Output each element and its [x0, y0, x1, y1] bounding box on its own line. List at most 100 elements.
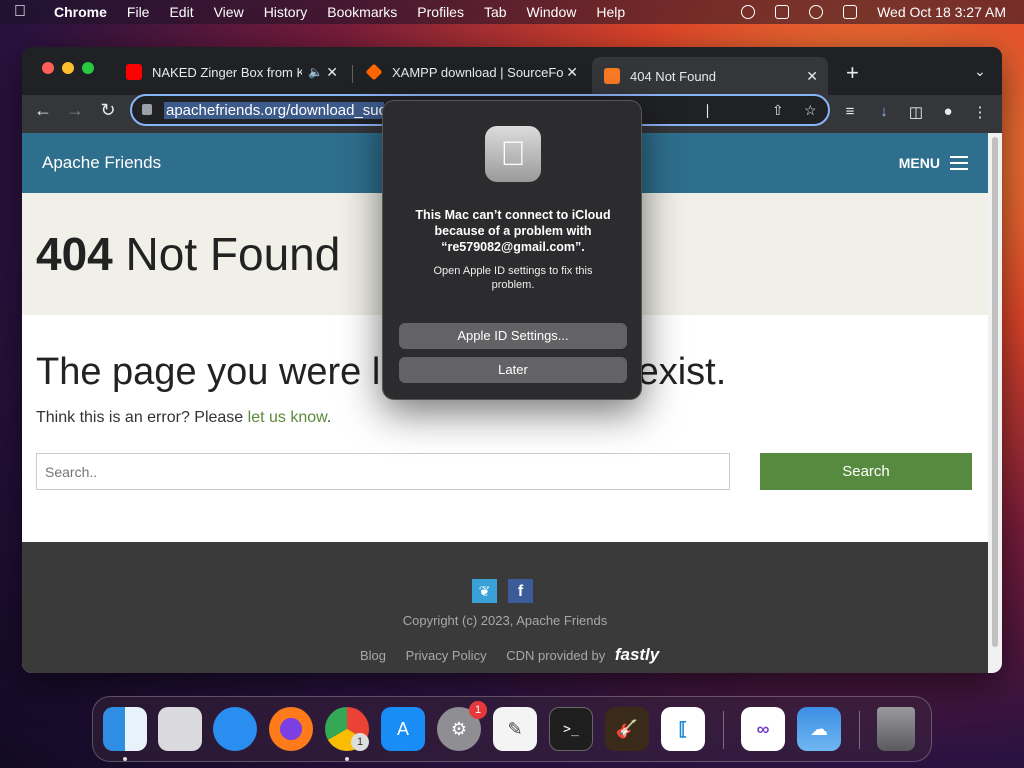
error-help-text: Think this is an error? Please let us kn… — [36, 409, 331, 427]
dock-separator — [859, 711, 860, 749]
vscode-icon[interactable]: ⟦ — [661, 707, 705, 751]
menu-bar-status: Wed Oct 18 3:27 AM — [741, 0, 1006, 24]
close-tab-icon[interactable]: ✕ — [566, 64, 578, 81]
tab-sourceforge[interactable]: XAMPP download | SourceForge ✕ — [354, 57, 588, 87]
menu-edit[interactable]: Edit — [169, 4, 193, 20]
garageband-icon[interactable]: 🎸 — [605, 707, 649, 751]
firefox-icon[interactable] — [269, 707, 313, 751]
reading-list-icon[interactable]: ≡ — [840, 103, 860, 120]
site-footer: ❦ f Copyright (c) 2023, Apache Friends B… — [22, 542, 988, 673]
site-search-button[interactable]: Search — [760, 453, 972, 490]
new-tab-icon[interactable]: + — [846, 60, 859, 86]
let-us-know-link[interactable]: let us know — [248, 409, 327, 426]
forward-arrow-icon[interactable]: → — [64, 100, 86, 121]
fastly-logo[interactable]: fastly — [615, 645, 659, 664]
tab-title: XAMPP download | SourceForge — [392, 64, 564, 80]
site-search-input[interactable] — [36, 453, 730, 490]
footer-link-privacy[interactable]: Privacy Policy — [406, 648, 487, 663]
trash-icon[interactable] — [877, 707, 915, 751]
dock: 1 A ⚙ 1 ✎ >_ 🎸 ⟦ ∞ ☁ — [92, 696, 932, 762]
close-tab-icon[interactable]: ✕ — [806, 68, 818, 85]
url-text[interactable]: apachefriends.org/download_suc — [164, 102, 384, 119]
running-indicator — [123, 757, 127, 761]
site-brand[interactable]: Apache Friends — [42, 153, 161, 173]
spotlight-search-icon[interactable] — [809, 5, 824, 19]
back-arrow-icon[interactable]: ← — [32, 100, 54, 121]
dialog-title: This Mac can’t connect to iCloud because… — [415, 208, 611, 254]
close-window-button[interactable] — [42, 62, 54, 74]
error-lead-right: exist. — [637, 351, 727, 393]
menu-history[interactable]: History — [264, 4, 308, 20]
close-tab-icon[interactable]: ✕ — [326, 64, 338, 81]
media-play-icon[interactable] — [741, 5, 756, 19]
sourceforge-icon — [365, 63, 383, 81]
menu-bookmarks[interactable]: Bookmarks — [327, 4, 397, 20]
textedit-icon[interactable]: ✎ — [493, 707, 537, 751]
tab-youtube[interactable]: NAKED Zinger Box from KFC 🔈 ✕ — [114, 57, 348, 87]
tab-separator — [352, 65, 353, 83]
footer-link-blog[interactable]: Blog — [360, 648, 386, 663]
menu-bar-clock[interactable]: Wed Oct 18 3:27 AM — [877, 4, 1006, 20]
icloud-alert-dialog:  This Mac can’t connect to iCloud becau… — [382, 100, 642, 400]
side-panel-icon[interactable]: ◫ — [906, 103, 926, 121]
apple-menu-icon[interactable]:  — [14, 3, 40, 21]
menu-view[interactable]: View — [214, 4, 244, 20]
error-help-prefix: Think this is an error? Please — [36, 409, 248, 426]
running-indicator — [345, 757, 349, 761]
chrome-menu-icon[interactable]: ⋮ — [970, 103, 990, 121]
menu-profiles[interactable]: Profiles — [417, 4, 464, 20]
screen-mirroring-icon[interactable] — [775, 5, 790, 19]
weather-icon[interactable]: ☁ — [797, 707, 841, 751]
menu-app-name[interactable]: Chrome — [54, 4, 107, 20]
youtube-icon — [126, 64, 142, 80]
tab-title: NAKED Zinger Box from KFC — [152, 64, 302, 80]
apple-id-settings-button[interactable]: Apple ID Settings... — [399, 323, 627, 349]
reload-icon[interactable]: ↻ — [97, 100, 119, 121]
apple-logo-icon:  — [485, 126, 541, 182]
hamburger-menu-icon[interactable] — [950, 156, 968, 170]
launchpad-icon[interactable] — [158, 707, 202, 751]
page-scrollbar[interactable] — [988, 133, 1002, 673]
footer-links: Blog Privacy Policy CDN provided by fast… — [360, 645, 675, 665]
minimize-window-button[interactable] — [62, 62, 74, 74]
menu-help[interactable]: Help — [596, 4, 625, 20]
xampp-icon — [604, 68, 620, 84]
control-center-icon[interactable] — [843, 5, 858, 19]
menu-tab[interactable]: Tab — [484, 4, 507, 20]
menu-file[interactable]: File — [127, 4, 150, 20]
profile-avatar-icon[interactable]: ● — [938, 103, 958, 120]
safari-icon[interactable] — [213, 707, 257, 751]
finder-icon[interactable] — [103, 707, 147, 751]
facebook-icon[interactable]: f — [508, 579, 533, 603]
zoom-window-button[interactable] — [82, 62, 94, 74]
error-help-suffix: . — [326, 409, 332, 426]
site-menu-label[interactable]: MENU — [899, 155, 940, 171]
lock-icon[interactable] — [142, 104, 152, 115]
tab-404-not-found[interactable]: 404 Not Found ✕ — [592, 57, 828, 95]
tab-strip: NAKED Zinger Box from KFC 🔈 ✕ XAMPP down… — [22, 47, 1002, 95]
download-icon[interactable]: ↓ — [874, 103, 894, 120]
text-cursor-icon: ∣ — [704, 102, 711, 118]
menu-bar:  Chrome File Edit View History Bookmark… — [0, 0, 1024, 24]
error-heading-text: Not Found — [112, 228, 341, 280]
share-icon[interactable]: ⇧ — [772, 102, 784, 119]
copyright-text: Copyright (c) 2023, Apache Friends — [402, 613, 608, 628]
terminal-icon[interactable]: >_ — [549, 707, 593, 751]
dock-separator — [723, 711, 724, 749]
bookmark-star-icon[interactable]: ☆ — [804, 102, 817, 119]
footer-cdn-text: CDN provided by — [506, 648, 606, 663]
page-title: 404 Not Found — [36, 227, 340, 281]
app-store-icon[interactable]: A — [381, 707, 425, 751]
settings-notification-badge: 1 — [469, 701, 487, 719]
twitter-icon[interactable]: ❦ — [472, 579, 497, 603]
speaker-icon[interactable]: 🔈 — [308, 65, 323, 79]
tab-search-chevron-icon[interactable]: ⌄ — [974, 63, 986, 80]
menu-window[interactable]: Window — [527, 4, 577, 20]
later-button[interactable]: Later — [399, 357, 627, 383]
scrollbar-thumb[interactable] — [992, 137, 998, 647]
error-code: 404 — [36, 228, 113, 280]
visual-studio-icon[interactable]: ∞ — [741, 707, 785, 751]
chrome-badge: 1 — [351, 733, 369, 751]
dialog-message: Open Apple ID settings to fix this probl… — [433, 265, 593, 291]
tab-title: 404 Not Found — [630, 68, 717, 84]
